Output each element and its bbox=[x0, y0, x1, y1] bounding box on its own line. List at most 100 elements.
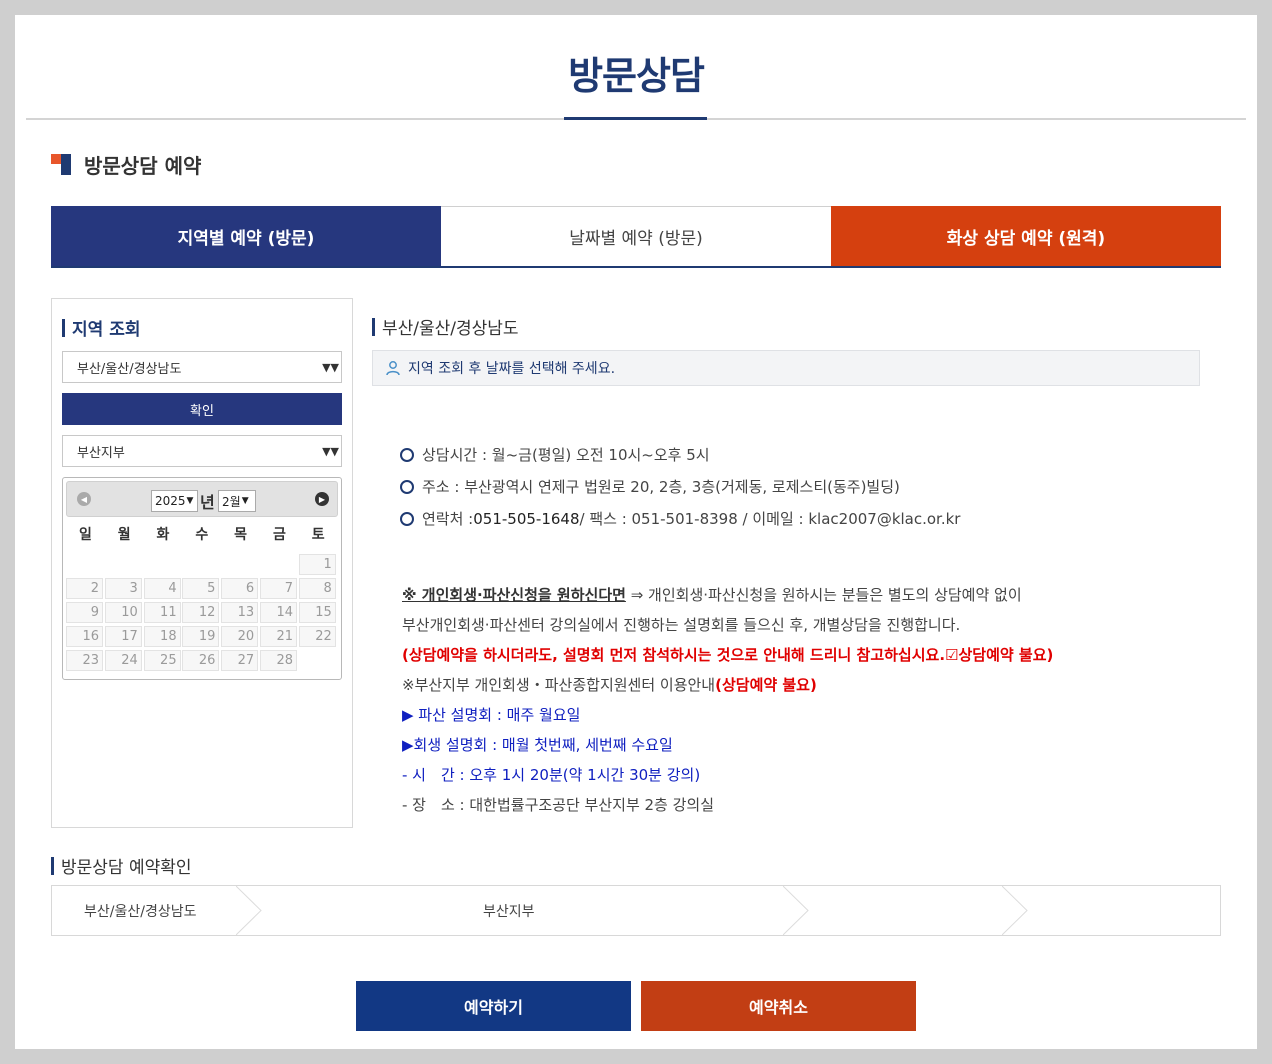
session-time: - 시 간 : 오후 1시 20분(약 1시간 30분 강의) bbox=[402, 766, 701, 784]
month-value: 2월 bbox=[222, 494, 241, 509]
branch-select[interactable]: 부산지부 ▼▼ bbox=[62, 435, 342, 467]
tab-date-visit[interactable]: 날짜별 예약 (방문) bbox=[441, 206, 831, 266]
cancel-reservation-button[interactable]: 예약취소 bbox=[641, 981, 916, 1031]
chevron-down-icon: ▼ bbox=[186, 496, 194, 506]
step-region: 부산/울산/경상남도 bbox=[84, 904, 197, 920]
page-frame: 방문상담 방문상담 예약 지역별 예약 (방문) 날짜별 예약 (방문) 화상 … bbox=[15, 15, 1257, 1049]
calendar-day: 20 bbox=[221, 626, 259, 647]
step-branch: 부산지부 bbox=[483, 904, 535, 920]
center-info-red: (상담예약 불요) bbox=[715, 676, 817, 694]
region-lookup-title: 지역 조회 bbox=[72, 320, 141, 340]
prev-month-icon[interactable]: ◀ bbox=[77, 492, 91, 506]
page-title: 방문상담 bbox=[568, 54, 705, 98]
chevron-down-icon: ▼ bbox=[241, 496, 249, 506]
chevron-right-icon bbox=[236, 886, 262, 935]
region-lookup-panel: 지역 조회 부산/울산/경상남도 ▼▼ 확인 부산지부 ▼▼ ◀ 2025 ▼ 년… bbox=[51, 298, 353, 828]
weekday-sat: 토 bbox=[311, 527, 325, 543]
calendar-day: 5 bbox=[182, 578, 220, 599]
next-month-icon[interactable]: ▶ bbox=[315, 492, 329, 506]
weekday-mon: 월 bbox=[117, 527, 131, 543]
bankruptcy-line-2: 부산개인회생·파산센터 강의실에서 진행하는 설명회를 들으신 후, 개별상담을… bbox=[402, 616, 961, 634]
calendar-day: 6 bbox=[221, 578, 259, 599]
reservation-tabs: 지역별 예약 (방문) 날짜별 예약 (방문) 화상 상담 예약 (원격) bbox=[51, 206, 1221, 268]
notice-text: 지역 조회 후 날짜를 선택해 주세요. bbox=[408, 361, 616, 377]
title-accent-bar bbox=[564, 117, 707, 120]
calendar-day: 23 bbox=[66, 650, 103, 671]
weekday-thu: 목 bbox=[234, 527, 248, 543]
region-detail-header: 부산/울산/경상남도 bbox=[372, 314, 519, 339]
calendar-day: 8 bbox=[298, 578, 336, 599]
calendar-day: 24 bbox=[104, 650, 142, 671]
bankruptcy-heading: ※ 개인회생·파산신청을 원하신다면 bbox=[402, 586, 626, 604]
section-title: 방문상담 예약 bbox=[84, 154, 202, 178]
header-bar bbox=[62, 318, 65, 337]
weekday-fri: 금 bbox=[272, 527, 286, 543]
weekday-sun: 일 bbox=[78, 527, 92, 543]
confirmation-title: 방문상담 예약확인 bbox=[61, 858, 192, 878]
circle-bullet-icon bbox=[400, 511, 414, 526]
calendar-day: 1 bbox=[298, 554, 336, 575]
person-icon bbox=[386, 361, 400, 376]
calendar-day: 22 bbox=[298, 626, 336, 647]
region-detail-title: 부산/울산/경상남도 bbox=[382, 319, 519, 339]
calendar: ◀ 2025 ▼ 년 2월 ▼ ▶ 일 월 화 수 목 금 토 1234567891… bbox=[62, 477, 342, 680]
section-header: 방문상담 예약 bbox=[51, 150, 201, 179]
chevron-right-icon bbox=[1002, 886, 1028, 935]
calendar-day: 7 bbox=[260, 578, 297, 599]
section-mark-icon bbox=[51, 154, 71, 175]
calendar-day: 2 bbox=[66, 578, 103, 599]
address-text: 주소 : 부산광역시 연제구 법원로 20, 2층, 3층(거제동, 로제스티(… bbox=[422, 478, 900, 496]
calendar-day: 21 bbox=[260, 626, 297, 647]
detail-panel: 부산/울산/경상남도 지역 조회 후 날짜를 선택해 주세요. 상담시간 : 월… bbox=[372, 298, 1202, 828]
tab-video-remote[interactable]: 화상 상담 예약 (원격) bbox=[831, 206, 1221, 266]
year-suffix: 년 bbox=[200, 493, 215, 512]
tab-region-visit[interactable]: 지역별 예약 (방문) bbox=[51, 206, 441, 266]
calendar-day: 28 bbox=[260, 650, 297, 671]
center-info-line: ※부산지부 개인회생・파산종합지원센터 이용안내(상담예약 불요) bbox=[402, 674, 817, 695]
calendar-day: 14 bbox=[260, 602, 297, 623]
calendar-day: 25 bbox=[143, 650, 181, 671]
calendar-header: ◀ 2025 ▼ 년 2월 ▼ ▶ bbox=[66, 481, 338, 517]
chevron-down-icon: ▼▼ bbox=[322, 445, 339, 458]
confirm-button[interactable]: 확인 bbox=[62, 393, 342, 425]
calendar-day: 9 bbox=[66, 602, 103, 623]
calendar-day: 11 bbox=[143, 602, 181, 623]
bankruptcy-line-1: ※ 개인회생·파산신청을 원하신다면 ⇒ 개인회생·파산신청을 원하시는 분들은… bbox=[402, 584, 1022, 605]
phone-number: 051-505-1648 bbox=[473, 509, 580, 528]
calendar-day: 3 bbox=[104, 578, 142, 599]
region-select[interactable]: 부산/울산/경상남도 ▼▼ bbox=[62, 351, 342, 383]
calendar-day: 13 bbox=[221, 602, 259, 623]
month-select[interactable]: 2월 ▼ bbox=[218, 490, 256, 512]
contact-rest: / 팩스 : 051-501-8398 / 이메일 : klac2007@kla… bbox=[579, 510, 961, 528]
branch-select-value: 부산지부 bbox=[77, 445, 125, 461]
calendar-day: 27 bbox=[221, 650, 259, 671]
contact-label: 연락처 : bbox=[422, 510, 474, 528]
confirmation-header: 방문상담 예약확인 bbox=[51, 853, 192, 878]
confirmation-steps: 부산/울산/경상남도 부산지부 bbox=[51, 885, 1221, 936]
hours-text: 상담시간 : 월~금(평일) 오전 10시~오후 5시 bbox=[422, 446, 710, 464]
year-select[interactable]: 2025 ▼ bbox=[151, 490, 198, 512]
weekday-row: 일 월 화 수 목 금 토 bbox=[66, 524, 338, 544]
region-lookup-header: 지역 조회 bbox=[62, 315, 140, 340]
bankruptcy-line1-text: ⇒ 개인회생·파산신청을 원하시는 분들은 별도의 상담예약 없이 bbox=[625, 586, 1022, 604]
header-bar bbox=[51, 856, 54, 875]
notice-box: 지역 조회 후 날짜를 선택해 주세요. bbox=[372, 350, 1200, 386]
center-info-text: ※부산지부 개인회생・파산종합지원센터 이용안내 bbox=[402, 676, 716, 694]
header-bar bbox=[372, 317, 375, 336]
info-hours: 상담시간 : 월~금(평일) 오전 10시~오후 5시 bbox=[400, 444, 710, 465]
bankruptcy-session: ▶ 파산 설명회 : 매주 월요일 bbox=[402, 706, 581, 724]
weekday-wed: 수 bbox=[195, 527, 209, 543]
info-contact: 연락처 : 051-505-1648 / 팩스 : 051-501-8398 /… bbox=[400, 508, 960, 529]
chevron-down-icon: ▼▼ bbox=[322, 361, 339, 374]
calendar-day: 10 bbox=[104, 602, 142, 623]
weekday-tue: 화 bbox=[156, 527, 170, 543]
calendar-day: 19 bbox=[182, 626, 220, 647]
calendar-day: 26 bbox=[182, 650, 220, 671]
circle-bullet-icon bbox=[400, 447, 414, 462]
calendar-day: 15 bbox=[298, 602, 336, 623]
calendar-day: 18 bbox=[143, 626, 181, 647]
rehab-session: ▶회생 설명회 : 매월 첫번째, 세번째 수요일 bbox=[402, 736, 673, 754]
reserve-button[interactable]: 예약하기 bbox=[356, 981, 631, 1031]
circle-bullet-icon bbox=[400, 479, 414, 494]
info-address: 주소 : 부산광역시 연제구 법원로 20, 2층, 3층(거제동, 로제스티(… bbox=[400, 476, 900, 497]
